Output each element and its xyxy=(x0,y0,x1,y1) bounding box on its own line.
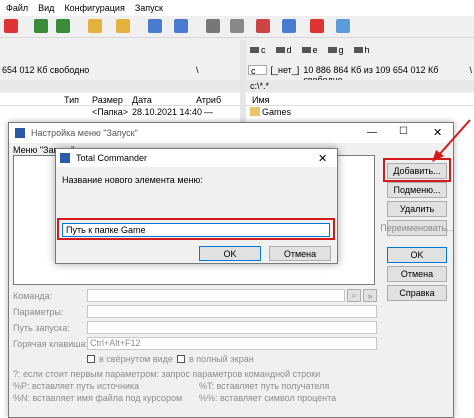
hint-line: ?: если стоит первым параметром: запрос … xyxy=(13,369,321,379)
column-type[interactable]: Тип xyxy=(64,95,79,105)
fullscreen-label: в полный экран xyxy=(189,354,254,364)
start-path-label: Путь запуска: xyxy=(13,323,70,333)
fullscreen-checkbox[interactable] xyxy=(177,355,185,363)
compare-icon[interactable] xyxy=(310,19,324,33)
hint-filename: %N: вставляет имя файла под курсором xyxy=(13,393,183,403)
submenu-button[interactable]: Подменю... xyxy=(387,182,447,198)
table-row[interactable]: Games xyxy=(246,106,474,118)
delete-button[interactable]: Удалить xyxy=(387,201,447,217)
drive-select[interactable]: c xyxy=(248,65,267,76)
more-command-button[interactable]: » xyxy=(363,289,377,302)
hint-source-path: %P: вставляет путь источника xyxy=(13,381,140,391)
browse-command-icon[interactable]: ⌕ xyxy=(347,289,361,302)
ftp-icon[interactable] xyxy=(148,19,162,33)
menu-view[interactable]: Вид xyxy=(38,3,54,13)
drive-h-button[interactable]: h xyxy=(353,45,370,55)
path-bar-right: c:\*.* xyxy=(246,80,474,92)
help-button[interactable]: Справка xyxy=(387,285,447,301)
command-field[interactable] xyxy=(87,289,345,302)
drive-icon xyxy=(250,47,259,53)
edit-icon[interactable] xyxy=(256,19,270,33)
forward-icon[interactable] xyxy=(56,19,70,33)
view-icon[interactable] xyxy=(230,19,244,33)
minimize-icon[interactable]: — xyxy=(367,127,377,138)
menu-bar: Файл Вид Конфигурация Запуск xyxy=(0,0,474,16)
dialog-title: Настройка меню "Запуск" xyxy=(31,128,138,138)
root-button-left[interactable]: \ xyxy=(196,65,199,75)
column-attr[interactable]: Атриб xyxy=(196,95,221,105)
drive-bar-left xyxy=(0,40,240,60)
menu-file[interactable]: Файл xyxy=(6,3,28,13)
drive-label: [_нет_] xyxy=(270,65,300,75)
drive-c-button[interactable]: c xyxy=(250,45,266,55)
drive-bar-right: c d e g h xyxy=(246,40,474,60)
sync-icon[interactable] xyxy=(282,19,296,33)
drive-icon xyxy=(301,47,311,53)
notepad-icon[interactable] xyxy=(336,19,350,33)
prompt-label: Название нового элемента меню: xyxy=(62,175,203,185)
close-icon[interactable]: ✕ xyxy=(318,152,327,165)
refresh-icon[interactable] xyxy=(4,19,18,33)
column-name[interactable]: Имя xyxy=(252,95,270,105)
params-label: Параметры: xyxy=(13,307,64,317)
drive-icon xyxy=(327,47,337,53)
table-row[interactable]: <Папка> 28.10.2021 14:40 — xyxy=(0,106,240,118)
input-highlight xyxy=(57,218,335,240)
cancel-button[interactable]: Отмена xyxy=(387,266,447,282)
column-date[interactable]: Дата xyxy=(132,95,152,105)
folder-icon xyxy=(250,107,260,116)
hint-target-path: %T: вставляет путь получателя xyxy=(199,381,330,391)
root-button-right[interactable]: \ xyxy=(469,65,472,75)
command-label: Команда: xyxy=(13,291,53,301)
pack-icon[interactable] xyxy=(88,19,102,33)
menu-configuration[interactable]: Конфигурация xyxy=(64,3,124,13)
params-field[interactable] xyxy=(87,305,377,318)
drive-d-button[interactable]: d xyxy=(275,45,292,55)
ok-button[interactable]: OK xyxy=(199,246,261,261)
drive-e-button[interactable]: e xyxy=(301,45,318,55)
drive-g-button[interactable]: g xyxy=(327,45,344,55)
minimized-label: в свёрнутом виде xyxy=(99,354,173,364)
drive-icon xyxy=(353,47,363,53)
search-icon[interactable] xyxy=(206,19,220,33)
minimized-checkbox[interactable] xyxy=(87,355,95,363)
rename-button[interactable]: Переименовать... xyxy=(380,220,454,236)
cancel-button[interactable]: Отмена xyxy=(269,246,331,261)
red-arrow-annotation xyxy=(432,119,471,162)
toolbar xyxy=(0,16,474,38)
free-space-left: 654 012 Кб свободно \ xyxy=(0,62,240,78)
start-path-field[interactable] xyxy=(87,321,377,334)
unpack-icon[interactable] xyxy=(116,19,130,33)
column-header-right: Имя xyxy=(246,93,474,106)
hotkey-field[interactable]: Ctrl+Alt+F12 xyxy=(87,337,377,350)
free-space-right: c [_нет_] 10 886 864 Кб из 109 654 012 К… xyxy=(246,62,474,85)
path-bar-left xyxy=(0,80,240,92)
hotkey-label: Горячая клавиша: xyxy=(13,339,88,349)
new-item-dialog: Total Commander ✕ Название нового элемен… xyxy=(55,148,338,264)
column-header-left: Тип Размер Дата Атриб xyxy=(0,93,240,106)
app-icon xyxy=(60,153,70,163)
dialog-titlebar: Total Commander ✕ xyxy=(56,149,337,167)
dialog-title: Total Commander xyxy=(76,153,148,163)
drive-icon xyxy=(275,47,285,53)
menu-launch[interactable]: Запуск xyxy=(135,3,163,13)
back-icon[interactable] xyxy=(34,19,48,33)
ok-button[interactable]: OK xyxy=(387,247,447,263)
url-icon[interactable] xyxy=(174,19,188,33)
column-size[interactable]: Размер xyxy=(92,95,123,105)
free-space-text: 10 886 864 Кб из 109 654 012 Кб свободно xyxy=(303,65,439,85)
app-icon xyxy=(15,128,25,138)
hint-percent: %%: вставляет символ процента xyxy=(199,393,337,403)
